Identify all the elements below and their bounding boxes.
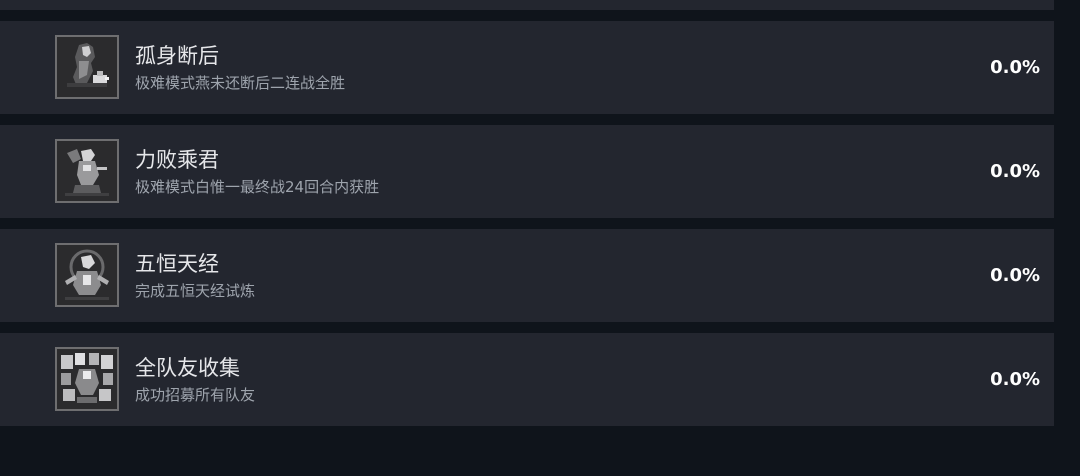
party-group-icon: [55, 347, 119, 411]
achievement-description: 成功招募所有队友: [135, 386, 256, 404]
achievement-title: 五恒天经: [135, 252, 219, 276]
achievement-description: 完成五恒天经试炼: [135, 282, 256, 300]
achievement-unlock-percent: 0.0%: [990, 265, 1040, 286]
achievement-list: 孤身断后 极难模式燕未还断后二连战全胜 0.0% 力败乘君 极难模式白惟一最终战…: [0, 0, 1080, 476]
achievement-description: 极难模式燕未还断后二连战全胜: [135, 74, 346, 92]
achievement-row[interactable]: 五恒天经 完成五恒天经试炼 0.0%: [0, 229, 1054, 322]
achievement-unlock-percent: 0.0%: [990, 161, 1040, 182]
achievement-title: 力败乘君: [135, 148, 219, 172]
achievement-unlock-percent: 0.0%: [990, 57, 1040, 78]
achievement-row[interactable]: 孤身断后 极难模式燕未还断后二连战全胜 0.0%: [0, 21, 1054, 114]
achievement-unlock-percent: 0.0%: [990, 369, 1040, 390]
swordswoman-with-beast-icon: [55, 35, 119, 99]
achievement-title: 孤身断后: [135, 44, 219, 68]
achievement-row[interactable]: 全队友收集 成功招募所有队友 0.0%: [0, 333, 1054, 426]
five-constants-sage-icon: [55, 243, 119, 307]
achievement-description: 极难模式白惟一最终战24回合内获胜: [135, 178, 380, 196]
achievement-row-partial: [0, 0, 1054, 10]
achievement-row[interactable]: 力败乘君 极难模式白惟一最终战24回合内获胜 0.0%: [0, 125, 1054, 218]
kneeling-warrior-icon: [55, 139, 119, 203]
achievement-title: 全队友收集: [135, 356, 240, 380]
